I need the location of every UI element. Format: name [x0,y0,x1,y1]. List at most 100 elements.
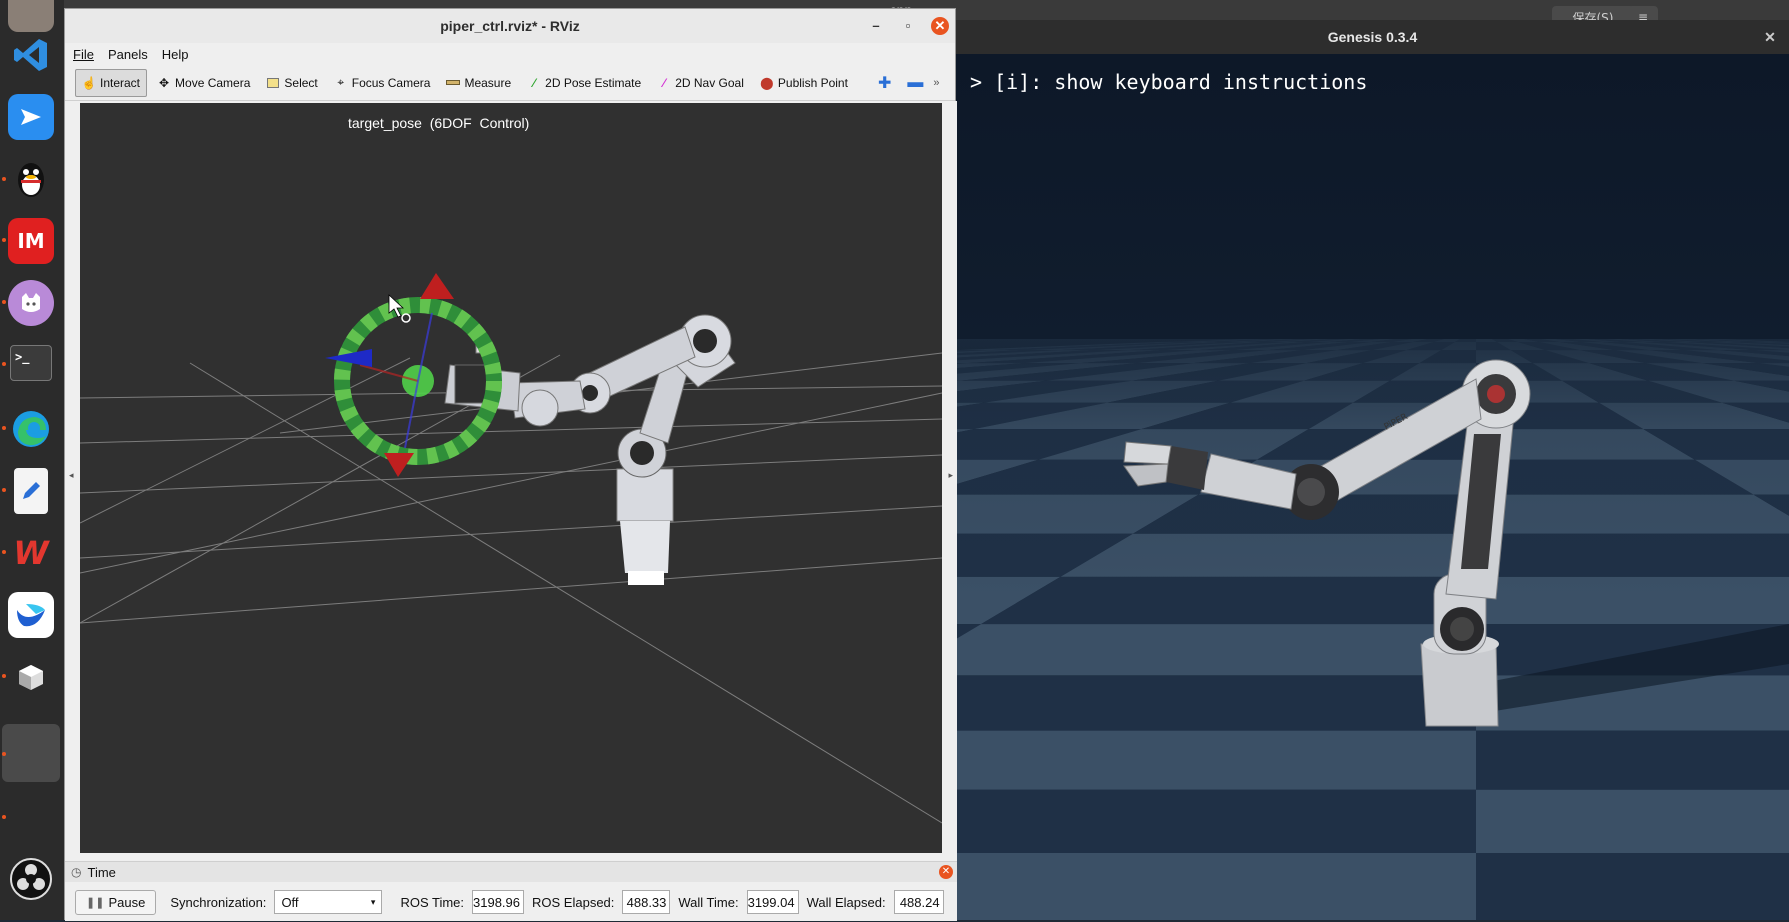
cube-app-icon[interactable] [8,654,54,700]
running-indicator [2,177,6,181]
obs-icon[interactable] [8,856,54,902]
publish-point-tool[interactable]: ⬤ Publish Point [754,69,854,97]
pause-button[interactable]: ❚❚ Pause [75,890,156,915]
add-tool-icon[interactable]: ✚ [872,69,897,97]
move-arrows-icon: ✥ [157,76,171,90]
render-panel: ◂ ▸ [65,101,957,861]
wall-elapsed-value: 488.24 [900,895,940,910]
rviz-scene: target_pose (6DOF Control) [80,103,942,853]
qq-icon[interactable] [8,156,54,202]
grid-line [80,558,942,623]
menu-help[interactable]: Help [162,47,189,62]
wps-icon-label: W [13,534,48,572]
select-tool-label: Select [284,76,317,90]
ruler-icon [446,76,460,90]
feishu-icon[interactable] [8,94,54,140]
genesis-scene: PiPER [956,54,1789,920]
collapse-left-icon[interactable]: ◂ [69,471,74,481]
select-box-icon [266,76,280,90]
map-pin-icon: ⬤ [760,76,774,90]
floor-tile [956,731,1476,790]
menu-bar: File Panels Help [65,43,955,65]
dock: IM >_ W [0,0,64,920]
terminal-icon-label: >_ [15,350,29,364]
floor-tile [956,853,1476,920]
lark-icon[interactable] [8,592,54,638]
maximize-icon[interactable]: ▫ [899,17,917,35]
sync-dropdown-value: Off [281,895,298,910]
magenta-arrow-icon: ⁄ [657,76,671,90]
running-indicator [2,488,6,492]
time-panel: ◷ Time ✕ ❚❚ Pause Synchronization: Off ▾… [65,861,957,921]
focus-camera-tool[interactable]: ⌖ Focus Camera [328,69,437,97]
tool-bar: ☝ Interact ✥ Move Camera Select ⌖ Focus … [65,65,955,101]
grid-line [80,506,942,558]
ros-elapsed-field[interactable]: 488.33 [622,890,670,914]
chevron-down-icon: ▾ [371,897,376,908]
wall-time-value: 3199.04 [748,895,795,910]
grid-line [80,455,942,493]
move-camera-tool-label: Move Camera [175,76,250,90]
rviz-titlebar: piper_ctrl.rviz* - RViz – ▫ ✕ [65,9,955,43]
wall-time-label: Wall Time: [678,895,738,910]
cat-app-icon[interactable] [8,280,54,326]
wall-elapsed-label: Wall Elapsed: [807,895,886,910]
genesis-viewport[interactable]: PiPER > [i]: show keyboard instructions [956,54,1789,920]
measure-tool-label: Measure [464,76,511,90]
im-icon[interactable]: IM [8,218,54,264]
ground-grid [80,353,942,823]
menu-file[interactable]: File [73,47,94,62]
text-editor-icon[interactable] [14,468,48,514]
running-indicator [2,550,6,554]
time-controls: ❚❚ Pause Synchronization: Off ▾ ROS Time… [65,882,957,922]
rviz-window: piper_ctrl.rviz* - RViz – ▫ ✕ File Panel… [64,8,956,920]
marker-label: target_pose (6DOF Control) [348,115,529,131]
interact-tool[interactable]: ☝ Interact [75,69,147,97]
running-indicator [2,752,6,756]
files-icon[interactable] [8,0,54,32]
green-arrow-icon: ⁄ [527,76,541,90]
toolbar-overflow-icon[interactable]: » [933,69,939,97]
ros-time-label: ROS Time: [400,895,464,910]
crosshair-icon: ⌖ [334,76,348,90]
rviz-3d-view[interactable]: target_pose (6DOF Control) [80,103,942,853]
move-camera-tool[interactable]: ✥ Move Camera [151,69,256,97]
genesis-window: Genesis 0.3.4 ✕ [956,20,1789,920]
genesis-titlebar: Genesis 0.3.4 ✕ [956,20,1789,54]
wall-elapsed-field[interactable]: 488.24 [894,890,944,914]
vscode-icon[interactable] [8,32,54,78]
edge-icon[interactable] [8,406,54,452]
remove-tool-icon[interactable]: ▬ [901,69,929,97]
qq-glyph [13,158,49,200]
select-tool[interactable]: Select [260,69,323,97]
floor-tile [1476,731,1789,790]
feishu-glyph [17,103,45,131]
time-panel-title: Time [87,865,115,880]
collapse-right-icon[interactable]: ▸ [948,471,953,481]
focus-camera-tool-label: Focus Camera [352,76,431,90]
pose-estimate-tool[interactable]: ⁄ 2D Pose Estimate [521,69,647,97]
active-app-slot[interactable] [2,724,60,782]
terminal-icon[interactable]: >_ [10,345,52,381]
close-icon[interactable]: ✕ [939,865,953,879]
measure-tool[interactable]: Measure [440,69,517,97]
wall-time-field[interactable]: 3199.04 [747,890,799,914]
floor-tile [1476,790,1789,853]
menu-panels[interactable]: Panels [108,47,148,62]
wps-icon[interactable]: W [8,530,54,576]
nav-goal-tool[interactable]: ⁄ 2D Nav Goal [651,69,750,97]
floor-tile [1476,853,1789,920]
sync-dropdown[interactable]: Off ▾ [274,890,382,914]
pencil-glyph [19,479,43,503]
close-icon[interactable]: ✕ [1761,28,1779,46]
running-indicator [2,362,6,366]
time-panel-header: ◷ Time ✕ [65,862,957,882]
running-indicator [2,815,6,819]
minimize-icon[interactable]: – [867,17,885,35]
ros-time-field[interactable]: 3198.96 [472,890,524,914]
pause-button-label: Pause [108,895,145,910]
floor-tile [956,624,1476,675]
nav-goal-tool-label: 2D Nav Goal [675,76,744,90]
sync-label: Synchronization: [170,895,266,910]
close-icon[interactable]: ✕ [931,17,949,35]
